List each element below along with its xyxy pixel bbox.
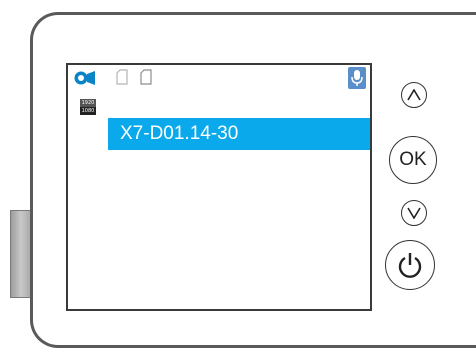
- power-icon: [398, 253, 422, 278]
- side-button[interactable]: [10, 210, 32, 298]
- microphone-icon: [348, 67, 366, 89]
- status-bar: [74, 67, 366, 89]
- resolution-line-1: 1920: [81, 100, 95, 106]
- sd-card-icon: [116, 69, 128, 85]
- selected-file-label: X7-D01.14-30: [120, 123, 239, 144]
- camera-screen: 1920 1080 X7-D01.14-30: [66, 63, 372, 311]
- up-arrow-icon: [407, 89, 421, 101]
- ok-button[interactable]: OK: [389, 136, 437, 184]
- resolution-line-2: 1080: [81, 108, 95, 114]
- up-button[interactable]: [401, 82, 427, 108]
- ok-button-label: OK: [399, 149, 427, 170]
- power-button[interactable]: [385, 240, 435, 290]
- video-camera-icon: [74, 71, 95, 85]
- sd-card-icon: [140, 69, 152, 85]
- down-button[interactable]: [401, 200, 427, 226]
- resolution-icon: 1920 1080: [80, 99, 96, 115]
- selected-file-item[interactable]: X7-D01.14-30: [108, 118, 370, 150]
- down-arrow-icon: [407, 207, 421, 219]
